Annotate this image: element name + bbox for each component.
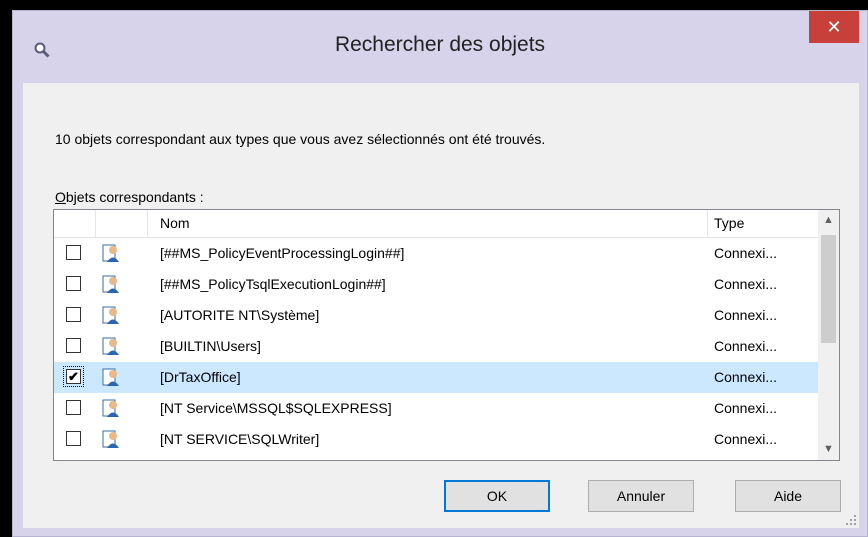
list-label-accelerator: O	[55, 189, 66, 205]
list-rows: [##MS_PolicyEventProcessingLogin##] Conn…	[54, 238, 819, 455]
user-login-icon	[102, 337, 119, 355]
row-name: [BUILTIN\Users]	[160, 338, 261, 354]
row-name: [##MS_PolicyEventProcessingLogin##]	[160, 245, 405, 261]
user-login-icon	[102, 430, 119, 448]
list-item[interactable]: [NT Service\MSSQL$SQLEXPRESS] Connexi...	[54, 393, 819, 424]
column-header-type[interactable]: Type	[714, 210, 744, 237]
row-checkbox[interactable]	[66, 307, 81, 322]
row-name: [##MS_PolicyTsqlExecutionLogin##]	[160, 276, 386, 292]
dialog-title: Rechercher des objets	[334, 33, 546, 56]
close-icon: ✕	[826, 16, 842, 37]
row-type: Connexi...	[714, 400, 778, 416]
resize-grip-icon[interactable]	[845, 514, 857, 526]
cancel-button[interactable]: Annuler	[588, 480, 694, 512]
user-login-icon	[102, 306, 119, 324]
list-label: Objets correspondants :	[55, 189, 204, 205]
scroll-down-icon[interactable]: ▼	[818, 439, 839, 460]
user-login-icon	[102, 275, 119, 293]
header-separator	[147, 210, 148, 237]
ok-button[interactable]: OK	[444, 480, 550, 512]
row-name: [NT Service\MSSQL$SQLEXPRESS]	[160, 400, 392, 416]
title-bar[interactable]: Rechercher des objets ✕	[13, 11, 867, 83]
row-checkbox[interactable]	[66, 400, 81, 415]
row-checkbox[interactable]	[66, 431, 81, 446]
row-type: Connexi...	[714, 431, 778, 447]
header-separator	[707, 210, 708, 237]
row-type: Connexi...	[714, 276, 778, 292]
list-item[interactable]: [NT SERVICE\SQLWriter] Connexi...	[54, 424, 819, 455]
header-separator	[95, 210, 96, 237]
row-checkbox[interactable]	[66, 338, 81, 353]
row-type: Connexi...	[714, 307, 778, 323]
row-checkbox[interactable]	[66, 245, 81, 260]
vertical-scrollbar[interactable]: ▲ ▼	[818, 210, 839, 460]
result-message: 10 objets correspondant aux types que vo…	[55, 131, 546, 147]
help-button[interactable]: Aide	[735, 480, 841, 512]
list-item[interactable]: [##MS_PolicyTsqlExecutionLogin##] Connex…	[54, 269, 819, 300]
row-name: [AUTORITE NT\Système]	[160, 307, 320, 323]
close-button[interactable]: ✕	[809, 11, 859, 43]
user-login-icon	[102, 244, 119, 262]
row-checkbox[interactable]: ✔	[63, 366, 84, 387]
user-login-icon	[102, 399, 119, 417]
scroll-up-icon[interactable]: ▲	[818, 210, 839, 231]
row-checkbox[interactable]	[66, 276, 81, 291]
row-type: Connexi...	[714, 245, 778, 261]
column-header-name[interactable]: Nom	[160, 210, 190, 237]
row-name: [DrTaxOffice]	[160, 369, 241, 385]
row-name: [NT SERVICE\SQLWriter]	[160, 431, 320, 447]
matching-objects-list[interactable]: Nom Type [##MS_PolicyEventProcessingLogi…	[53, 209, 840, 461]
scrollbar-thumb[interactable]	[821, 235, 836, 343]
search-objects-dialog: Rechercher des objets ✕ 10 objets corres…	[12, 10, 868, 537]
row-type: Connexi...	[714, 338, 778, 354]
list-item-selected[interactable]: ✔ [DrTaxOffice] Connexi...	[54, 362, 819, 393]
dialog-body: 10 objets correspondant aux types que vo…	[23, 83, 859, 528]
row-type: Connexi...	[714, 369, 778, 385]
list-item[interactable]: [BUILTIN\Users] Connexi...	[54, 331, 819, 362]
list-item[interactable]: [##MS_PolicyEventProcessingLogin##] Conn…	[54, 238, 819, 269]
list-item[interactable]: [AUTORITE NT\Système] Connexi...	[54, 300, 819, 331]
list-header: Nom Type	[54, 210, 819, 238]
list-label-text: bjets correspondants :	[65, 189, 204, 205]
user-login-icon	[102, 368, 119, 386]
